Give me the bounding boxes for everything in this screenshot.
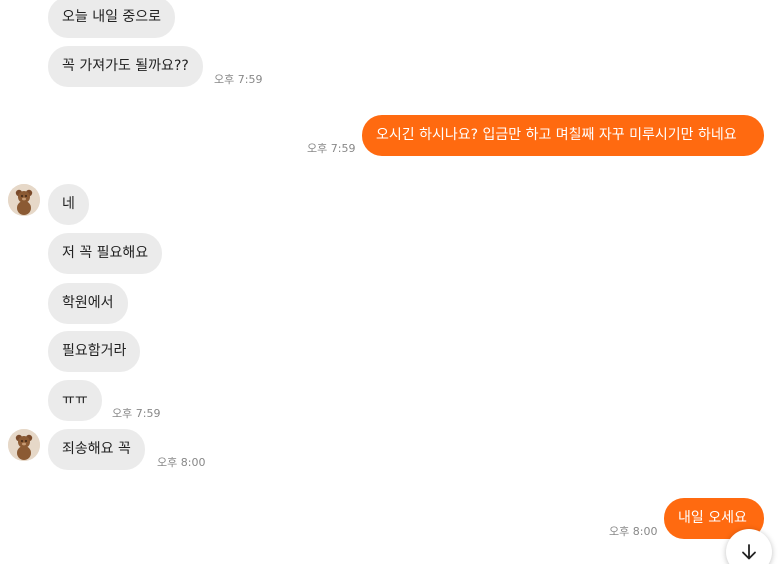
- teddy-bear-avatar[interactable]: [8, 429, 40, 461]
- scroll-to-bottom-button[interactable]: [726, 529, 772, 564]
- teddy-bear-icon: [8, 429, 40, 461]
- message-timestamp: 오후 7:59: [214, 73, 263, 86]
- message-bubble-incoming: 네: [48, 184, 89, 225]
- message-bubble-incoming: 필요함거라: [48, 331, 141, 372]
- message-bubble-outgoing: 오시긴 하시나요? 입금만 하고 며칠째 자꾸 미루시기만 하네요: [362, 115, 764, 156]
- message-bubble-incoming: 학원에서: [48, 283, 128, 324]
- arrow-down-icon: [742, 544, 756, 560]
- message-bubble-incoming: 꼭 가져가도 될까요??: [48, 46, 203, 87]
- message-timestamp: 오후 7:59: [112, 407, 161, 420]
- message-bubble-incoming: 저 꼭 필요해요: [48, 233, 163, 274]
- message-bubble-incoming: ㅠㅠ: [48, 380, 102, 421]
- teddy-bear-icon: [8, 184, 40, 216]
- message-bubble-incoming: 죄송해요 꼭: [48, 429, 145, 470]
- message-timestamp: 오후 8:00: [609, 525, 658, 538]
- message-bubble-incoming: 오늘 내일 중으로: [48, 0, 176, 38]
- teddy-bear-avatar[interactable]: [8, 184, 40, 216]
- chat-message-list: 오늘 내일 중으로 꼭 가져가도 될까요?? 오후 7:59 오후 7:59 오…: [0, 0, 783, 564]
- message-timestamp: 오후 7:59: [307, 142, 356, 155]
- message-timestamp: 오후 8:00: [157, 456, 206, 469]
